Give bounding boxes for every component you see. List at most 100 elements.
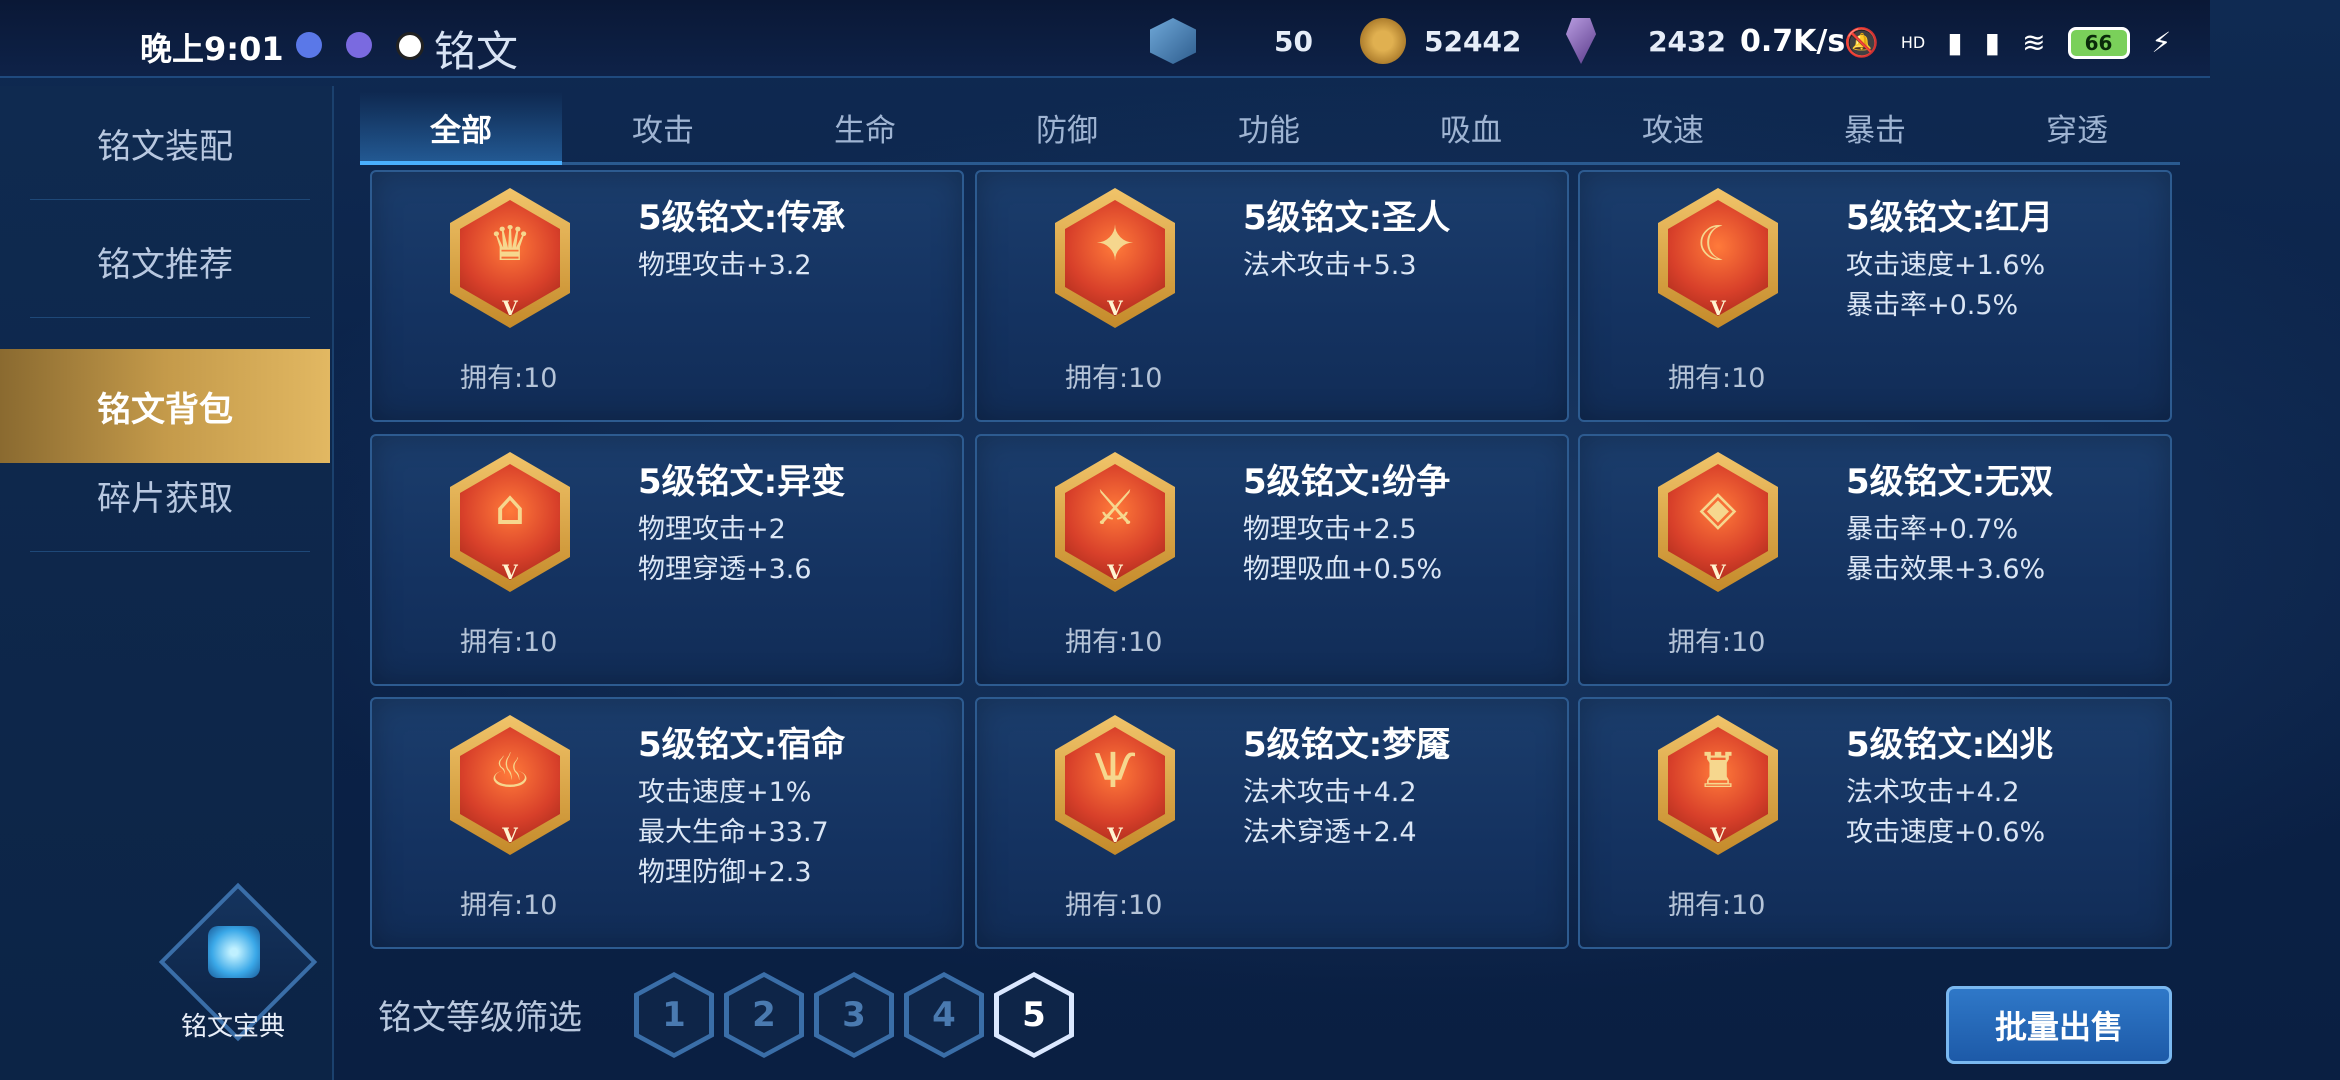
sidebar-item-fragments[interactable]: 碎片获取 [0,438,330,552]
stat-line: 物理吸血+0.5% [1243,554,1443,585]
notification-app-icon [296,32,322,58]
inscription-card[interactable]: Ѱ V 5级铭文:梦魇 法术攻击+4.2 法术穿透+2.4 拥有:10 [975,697,1569,949]
inscription-name: 5级铭文:异变 [638,462,846,502]
tab-defense[interactable]: 防御 [966,92,1168,162]
owned-count: 拥有:10 [1065,363,1163,394]
level-v-mark: V [1107,296,1123,320]
inscription-name: 5级铭文:梦魇 [1243,725,1451,765]
gold-coin-icon [1360,18,1406,64]
sidebar-item-label: 铭文推荐 [97,244,233,285]
level-filter: 1 2 3 4 5 [634,972,1074,1058]
crystal-book-icon [208,926,260,978]
inscription-stats: 物理攻击+2 物理穿透+3.6 [638,510,812,590]
level-4-button[interactable]: 4 [904,972,984,1058]
network-speed: 0.7K/s [1740,24,1846,59]
stat-line: 法术穿透+2.4 [1243,817,1417,848]
stat-line: 物理攻击+2.5 [1243,514,1417,545]
mute-bell-icon: 🔕 [1844,26,1879,59]
level-5-button[interactable]: 5 [994,972,1074,1058]
gem-counter[interactable]: 2432 [1566,16,1726,66]
sidebar-item-label: 铭文背包 [97,389,233,430]
status-bar: 晚上9:01 铭文 50 52442 2432 0.7K/s 🔕 HD ▮ ▮ … [0,0,2210,78]
tab-all[interactable]: 全部 [360,92,562,165]
inscription-stats: 法术攻击+5.3 [1243,246,1417,286]
emblem-glyph: ♛ [488,216,532,272]
level-v-mark: V [1710,296,1726,320]
bulk-sell-button[interactable]: 批量出售 [1946,986,2172,1064]
inscription-card[interactable]: ♜ V 5级铭文:凶兆 法术攻击+4.2 攻击速度+0.6% 拥有:10 [1578,697,2172,949]
page-title: 铭文 [434,27,519,76]
tab-lifesteal[interactable]: 吸血 [1370,92,1572,162]
gold-count: 52442 [1424,24,1522,58]
inscription-card[interactable]: ⌂ V 5级铭文:异变 物理攻击+2 物理穿透+3.6 拥有:10 [370,434,964,686]
inscription-name: 5级铭文:纷争 [1243,462,1451,502]
tab-attack[interactable]: 攻击 [562,92,764,162]
crystal-icon [1150,18,1196,64]
tab-utility[interactable]: 功能 [1168,92,1370,162]
level-v-mark: V [502,560,518,584]
crystal-count: 50 [1274,24,1313,58]
level-v-mark: V [502,823,518,847]
notification-app-icon [396,32,424,60]
stat-line: 暴击率+0.7% [1846,514,2019,545]
level-v-mark: V [1710,560,1726,584]
signal-icon: ▮ [1984,26,2001,59]
inscription-stats: 攻击速度+1.6% 暴击率+0.5% [1846,246,2045,326]
level-number: 1 [662,995,686,1035]
system-icons: 🔕 HD ▮ ▮ ≋ 66 ⚡ [1844,26,2171,59]
inscription-card[interactable]: ✦ V 5级铭文:圣人 法术攻击+5.3 拥有:10 [975,170,1569,422]
inscription-card[interactable]: ♨ V 5级铭文:宿命 攻击速度+1% 最大生命+33.7 物理防御+2.3 拥… [370,697,964,949]
emblem-glyph: Ѱ [1094,743,1136,799]
stat-line: 攻击速度+1.6% [1846,250,2046,281]
sidebar-item-loadout[interactable]: 铭文装配 [0,86,330,200]
stat-line: 物理穿透+3.6 [638,554,812,585]
emblem-glyph: ⌂ [494,480,526,536]
tab-attack-speed[interactable]: 攻速 [1572,92,1774,162]
inscription-name: 5级铭文:圣人 [1243,198,1451,238]
stat-line: 物理攻击+2 [638,514,786,545]
codex-label: 铭文宝典 [180,1012,285,1042]
crystal-counter[interactable]: 50 [1150,16,1320,66]
level-v-mark: V [1107,560,1123,584]
level-3-button[interactable]: 3 [814,972,894,1058]
owned-count: 拥有:10 [460,363,558,394]
tab-critical[interactable]: 暴击 [1774,92,1976,162]
level-filter-label: 铭文等级筛选 [378,998,582,1038]
inscription-stats: 攻击速度+1% 最大生命+33.7 物理防御+2.3 [638,773,829,893]
level-1-button[interactable]: 1 [634,972,714,1058]
category-tabs: 全部 攻击 生命 防御 功能 吸血 攻速 暴击 穿透 [360,92,2180,165]
inscription-stats: 法术攻击+4.2 法术穿透+2.4 [1243,773,1417,853]
stat-line: 攻击速度+1% [638,777,812,808]
emblem-glyph: ♜ [1696,743,1740,799]
level-2-button[interactable]: 2 [724,972,804,1058]
emblem-glyph: ◈ [1699,480,1737,536]
stat-line: 法术攻击+4.2 [1846,777,2020,808]
inscription-stats: 物理攻击+3.2 [638,246,812,286]
inscription-card[interactable]: ⚔ V 5级铭文:纷争 物理攻击+2.5 物理吸血+0.5% 拥有:10 [975,434,1569,686]
emblem-glyph: ♨ [488,743,532,799]
emblem-glyph: ✦ [1094,216,1136,272]
notification-app-icon [346,32,372,58]
status-time: 晚上9:01 [140,30,284,68]
inscription-name: 5级铭文:宿命 [638,725,846,765]
level-number: 4 [932,995,956,1035]
stat-line: 法术攻击+5.3 [1243,250,1417,281]
tab-penetration[interactable]: 穿透 [1976,92,2178,162]
stat-line: 暴击率+0.5% [1846,290,2019,321]
level-v-mark: V [1107,823,1123,847]
gem-icon [1566,18,1597,64]
inscription-name: 5级铭文:凶兆 [1846,725,2054,765]
inscription-card[interactable]: ♛ V 5级铭文:传承 物理攻击+3.2 拥有:10 [370,170,964,422]
stat-line: 攻击速度+0.6% [1846,817,2046,848]
owned-count: 拥有:10 [1668,363,1766,394]
level-number: 5 [1022,995,1046,1035]
tab-health[interactable]: 生命 [764,92,966,162]
sidebar-item-recommend[interactable]: 铭文推荐 [0,204,330,318]
battery-icon: 66 [2067,26,2130,59]
inscription-card[interactable]: ☾ V 5级铭文:红月 攻击速度+1.6% 暴击率+0.5% 拥有:10 [1578,170,2172,422]
inscription-card[interactable]: ◈ V 5级铭文:无双 暴击率+0.7% 暴击效果+3.6% 拥有:10 [1578,434,2172,686]
hd-label: HD [1900,33,1926,52]
inscription-name: 5级铭文:红月 [1846,198,2054,238]
stat-line: 物理防御+2.3 [638,857,812,888]
gold-counter[interactable]: 52442 [1360,16,1540,66]
